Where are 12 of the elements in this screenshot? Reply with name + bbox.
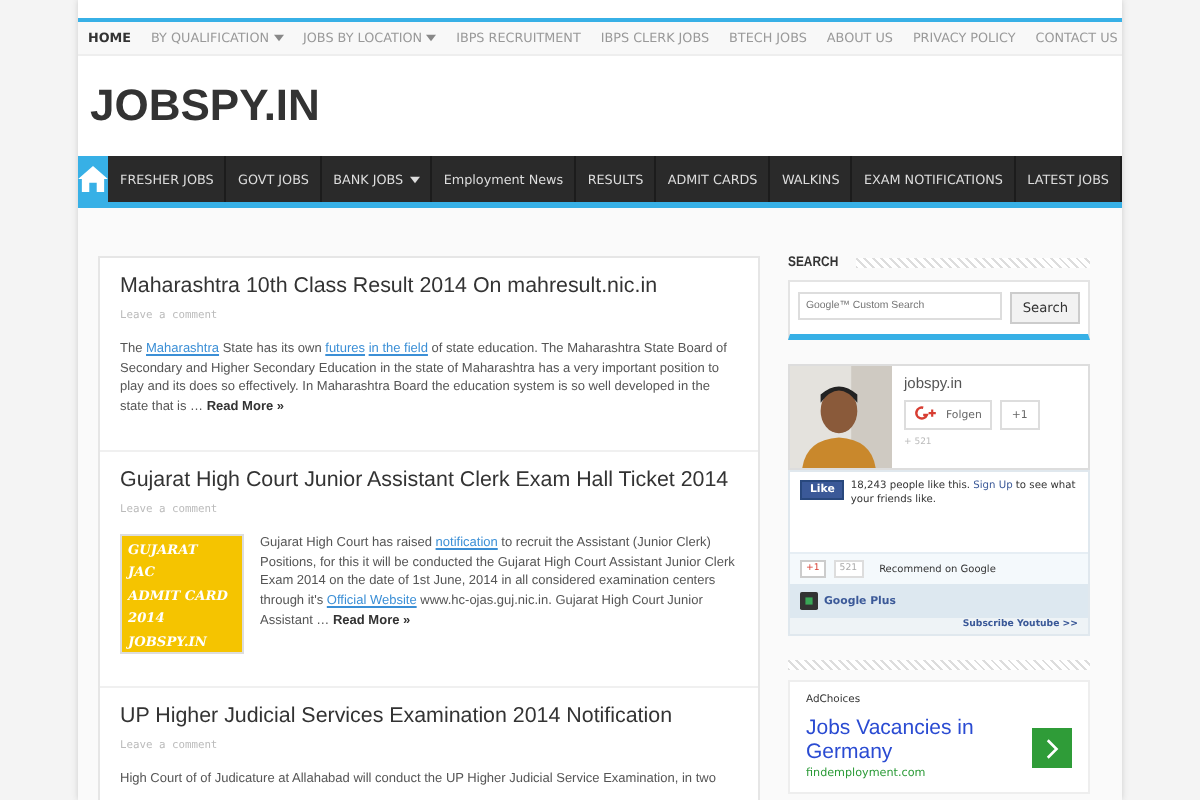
caret-icon xyxy=(273,34,284,42)
chevron-icon xyxy=(1045,737,1059,759)
post-title[interactable]: UP Higher Judicial Services Examination 2014 Notification xyxy=(120,703,673,728)
ad-headline[interactable]: Jobs Vacancies in Germany xyxy=(806,716,1016,764)
post-title[interactable]: Gujarat High Court Junior Assistant Clerk Exam Hall Ticket 2014 xyxy=(120,467,729,492)
home-icon xyxy=(78,166,109,192)
post-title[interactable]: Maharashtra 10th Class Result 2014 On mahresult.nic.in xyxy=(120,274,658,298)
site-logo[interactable]: JOBSPY.IN xyxy=(78,56,332,152)
caret-icon xyxy=(426,34,437,42)
home-button[interactable] xyxy=(78,156,109,202)
caret-icon xyxy=(409,175,420,183)
ad-arrow-button[interactable] xyxy=(1032,728,1072,768)
